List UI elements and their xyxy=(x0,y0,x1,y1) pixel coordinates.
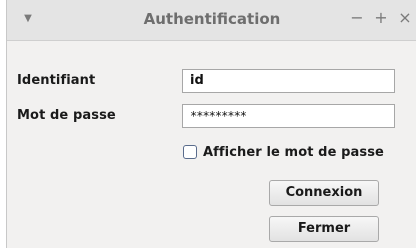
auth-dialog: ▼ Authentification − + × Identifiant id … xyxy=(6,0,416,248)
close-button[interactable]: Fermer xyxy=(269,216,379,242)
minimize-icon[interactable]: − xyxy=(349,9,365,27)
username-field[interactable]: id xyxy=(182,69,395,93)
window-title: Authentification xyxy=(143,10,281,28)
window-menu-icon[interactable]: ▼ xyxy=(21,12,35,26)
show-password-label[interactable]: Afficher le mot de passe xyxy=(203,145,384,160)
close-icon[interactable]: × xyxy=(397,9,413,27)
title-bar[interactable]: ▼ Authentification − + × xyxy=(7,0,416,41)
password-field[interactable]: ********* xyxy=(182,104,395,128)
connect-button[interactable]: Connexion xyxy=(269,180,379,206)
maximize-icon[interactable]: + xyxy=(373,9,389,27)
username-label: Identifiant xyxy=(17,73,96,88)
password-label: Mot de passe xyxy=(17,108,116,123)
show-password-checkbox[interactable] xyxy=(183,145,197,159)
show-password-option[interactable]: Afficher le mot de passe xyxy=(183,142,384,162)
